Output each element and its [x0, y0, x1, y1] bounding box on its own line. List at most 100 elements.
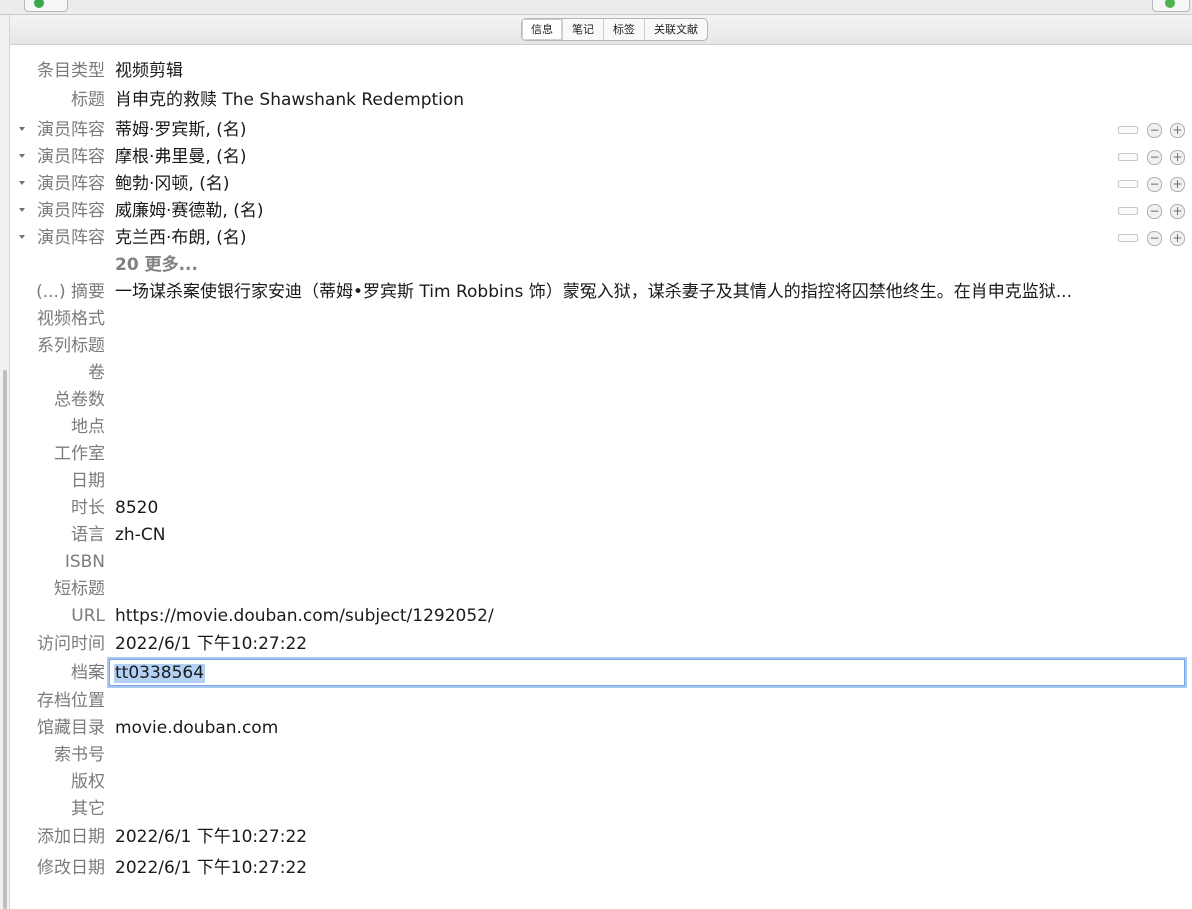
- field-row-abstract: (...) 摘要 一场谋杀案使银行家安迪（蒂姆•罗宾斯 Tim Robbins …: [0, 280, 1192, 304]
- name-mode-switch-icon[interactable]: [1118, 126, 1138, 134]
- status-button[interactable]: [1152, 0, 1190, 12]
- field-row-num-volumes: 总卷数: [0, 388, 1192, 412]
- creator-row: 演员阵容 摩根·弗里曼, (名) − +: [0, 145, 1192, 169]
- field-label: 短标题: [54, 579, 105, 599]
- status-icon: [1165, 0, 1175, 8]
- creator-type-label[interactable]: 演员阵容: [37, 172, 105, 196]
- field-label: 工作室: [54, 444, 105, 464]
- archive-field[interactable]: [109, 659, 1189, 686]
- creator-row: 演员阵容 克兰西·布朗, (名) − +: [0, 226, 1192, 250]
- remove-creator-button[interactable]: −: [1147, 123, 1162, 138]
- field-label: 标题: [71, 90, 105, 110]
- creator-type-label[interactable]: 演员阵容: [37, 145, 105, 169]
- field-label: 总卷数: [54, 390, 105, 410]
- creator-type-menu-icon[interactable]: [19, 235, 25, 239]
- more-creators-link[interactable]: 20 更多...: [115, 253, 198, 277]
- add-creator-button[interactable]: +: [1170, 231, 1185, 246]
- field-label: 存档位置: [37, 691, 105, 711]
- tab-related[interactable]: 关联文献: [644, 19, 707, 40]
- field-row-studio: 工作室: [0, 442, 1192, 466]
- creator-row: 演员阵容 威廉姆·赛德勒, (名) − +: [0, 199, 1192, 223]
- creator-type-menu-icon[interactable]: [19, 181, 25, 185]
- add-creator-button[interactable]: +: [1170, 150, 1185, 165]
- field-label: 档案: [71, 663, 105, 683]
- field-row-isbn: ISBN: [0, 550, 1192, 574]
- tab-tags[interactable]: 标签: [603, 19, 644, 40]
- sync-button[interactable]: [24, 0, 68, 12]
- creator-type-menu-icon[interactable]: [19, 127, 25, 131]
- field-row-archive-location: 存档位置: [0, 689, 1192, 713]
- field-label: ISBN: [64, 552, 105, 572]
- field-label: 修改日期: [37, 858, 105, 878]
- creator-name-value[interactable]: 鲍勃·冈顿, (名): [115, 172, 229, 196]
- field-label: 视频格式: [37, 309, 105, 329]
- name-mode-switch-icon[interactable]: [1118, 207, 1138, 215]
- creator-type-menu-icon[interactable]: [19, 154, 25, 158]
- field-row-date-added: 添加日期 2022/6/1 下午10:27:22: [0, 825, 1192, 849]
- remove-creator-button[interactable]: −: [1147, 177, 1162, 192]
- field-label: 地点: [71, 417, 105, 437]
- abstract-value[interactable]: 一场谋杀案使银行家安迪（蒂姆•罗宾斯 Tim Robbins 饰）蒙冤入狱，谋杀…: [115, 280, 1175, 304]
- field-row-runtime: 时长 8520: [0, 496, 1192, 520]
- abstract-label-toggle[interactable]: (...) 摘要: [36, 280, 105, 304]
- tab-info[interactable]: 信息: [522, 19, 562, 40]
- field-label: 添加日期: [37, 827, 105, 847]
- field-row-title: 标题 肖申克的救赎 The Shawshank Redemption: [0, 88, 1192, 112]
- archive-input[interactable]: [110, 660, 1189, 685]
- field-row-video-format: 视频格式: [0, 307, 1192, 331]
- field-row-url: URL https://movie.douban.com/subject/129…: [0, 604, 1192, 628]
- creator-row: 演员阵容 蒂姆·罗宾斯, (名) − +: [0, 118, 1192, 142]
- field-label: 馆藏目录: [37, 718, 105, 738]
- name-mode-switch-icon[interactable]: [1118, 153, 1138, 161]
- field-row-extra: 其它: [0, 797, 1192, 821]
- creator-type-label[interactable]: 演员阵容: [37, 118, 105, 142]
- field-label: 系列标题: [37, 336, 105, 356]
- field-row-rights: 版权: [0, 770, 1192, 794]
- top-toolbar: [0, 0, 1192, 15]
- field-label: 索书号: [54, 745, 105, 765]
- field-row-language: 语言 zh-CN: [0, 523, 1192, 547]
- field-row-item-type: 条目类型 视频剪辑: [0, 59, 1192, 83]
- language-value[interactable]: zh-CN: [115, 523, 165, 547]
- remove-creator-button[interactable]: −: [1147, 231, 1162, 246]
- field-label: 时长: [71, 498, 105, 518]
- add-creator-button[interactable]: +: [1170, 177, 1185, 192]
- field-row-place: 地点: [0, 415, 1192, 439]
- field-label: 版权: [71, 772, 105, 792]
- creator-name-value[interactable]: 蒂姆·罗宾斯, (名): [115, 118, 246, 142]
- field-row-series-title: 系列标题: [0, 334, 1192, 358]
- more-creators-row: 20 更多...: [0, 253, 1192, 277]
- creator-type-label[interactable]: 演员阵容: [37, 226, 105, 250]
- field-row-call-number: 索书号: [0, 743, 1192, 767]
- creator-name-value[interactable]: 克兰西·布朗, (名): [115, 226, 246, 250]
- tab-notes[interactable]: 笔记: [562, 19, 603, 40]
- tab-group: 信息 笔记 标签 关联文献: [521, 18, 708, 41]
- accessed-value[interactable]: 2022/6/1 下午10:27:22: [115, 632, 307, 656]
- date-added-value: 2022/6/1 下午10:27:22: [115, 827, 308, 847]
- creator-type-menu-icon[interactable]: [19, 208, 25, 212]
- name-mode-switch-icon[interactable]: [1118, 234, 1138, 242]
- field-label: 访问时间: [37, 634, 105, 654]
- field-row-accessed: 访问时间 2022/6/1 下午10:27:22: [0, 632, 1192, 656]
- remove-creator-button[interactable]: −: [1147, 150, 1162, 165]
- runtime-value[interactable]: 8520: [115, 496, 158, 520]
- url-label-link[interactable]: URL: [71, 604, 105, 628]
- sync-icon: [34, 0, 44, 8]
- creator-row: 演员阵容 鲍勃·冈顿, (名) − +: [0, 172, 1192, 196]
- name-mode-switch-icon[interactable]: [1118, 180, 1138, 188]
- item-type-value[interactable]: 视频剪辑: [115, 59, 183, 83]
- add-creator-button[interactable]: +: [1170, 204, 1185, 219]
- field-row-date: 日期: [0, 469, 1192, 493]
- library-catalog-value[interactable]: movie.douban.com: [115, 716, 278, 740]
- url-value[interactable]: https://movie.douban.com/subject/1292052…: [115, 604, 494, 628]
- add-creator-button[interactable]: +: [1170, 123, 1185, 138]
- title-value[interactable]: 肖申克的救赎 The Shawshank Redemption: [115, 88, 464, 112]
- creator-type-label[interactable]: 演员阵容: [37, 199, 105, 223]
- field-row-short-title: 短标题: [0, 577, 1192, 601]
- creator-name-value[interactable]: 摩根·弗里曼, (名): [115, 145, 246, 169]
- item-pane-tabbar: 信息 笔记 标签 关联文献: [10, 15, 1192, 45]
- field-label: 卷: [88, 363, 105, 383]
- field-label: 条目类型: [37, 61, 105, 81]
- remove-creator-button[interactable]: −: [1147, 204, 1162, 219]
- creator-name-value[interactable]: 威廉姆·赛德勒, (名): [115, 199, 263, 223]
